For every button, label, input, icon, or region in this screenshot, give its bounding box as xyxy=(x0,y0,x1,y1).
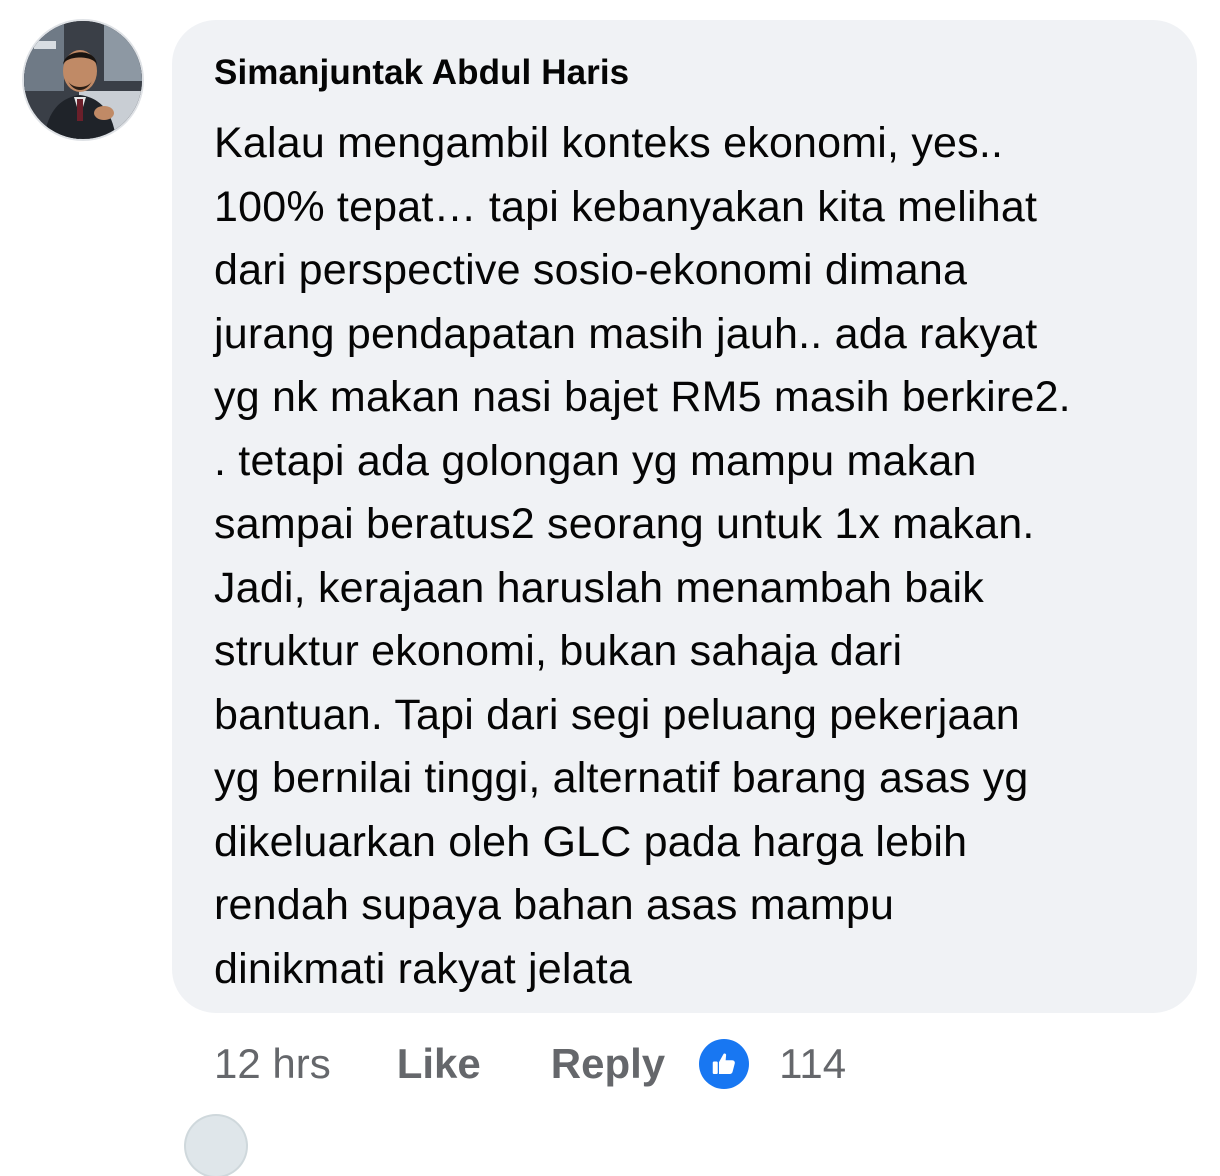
comment-timestamp[interactable]: 12 hrs xyxy=(214,1040,331,1088)
thumbs-up-icon[interactable] xyxy=(699,1039,750,1089)
avatar-photo xyxy=(24,21,142,139)
comment-text-line: dinikmati rakyat jelata xyxy=(214,944,633,993)
comment-text-line: dari perspective sosio-ekonomi dimana xyxy=(214,246,968,294)
comment-text-line: yg nk makan nasi bajet RM5 masih berkire… xyxy=(214,373,1071,421)
comment-text-line: Kalau mengambil konteks ekonomi, yes.. xyxy=(214,119,1004,167)
comment-text-line: rendah supaya bahan asas mampu xyxy=(214,881,895,929)
author-avatar[interactable] xyxy=(24,21,142,139)
comment-text-line: struktur ekonomi, bukan sahaja dari xyxy=(214,627,903,675)
comment-text-line: . tetapi ada golongan yg mampu makan xyxy=(214,436,977,485)
comment-text-line: Jadi, kerajaan haruslah menambah baik xyxy=(214,563,984,612)
comment-actions: 12 hrs Like Reply 114 xyxy=(214,1036,846,1092)
comment-text-line: dikeluarkan oleh GLC pada harga lebih xyxy=(214,817,968,866)
comment-text-line: 100% tepat… tapi kebanyakan kita melihat xyxy=(214,182,1038,231)
reply-button[interactable]: Reply xyxy=(551,1040,665,1088)
comment-text-line: jurang pendapatan masih jauh.. ada rakya… xyxy=(214,309,1038,358)
comment-text: Kalau mengambil konteks ekonomi, yes.. 1… xyxy=(214,112,1157,1001)
comment-bubble: Simanjuntak Abdul Haris Kalau mengambil … xyxy=(172,20,1197,1013)
like-button[interactable]: Like xyxy=(397,1040,481,1088)
reaction-count[interactable]: 114 xyxy=(779,1040,846,1088)
thumbs-up-glyph xyxy=(712,1053,736,1074)
comment-author-name[interactable]: Simanjuntak Abdul Haris xyxy=(214,53,1157,93)
comment-text-line: bantuan. Tapi dari segi peluang pekerjaa… xyxy=(214,690,1020,739)
comment-text-line: sampai beratus2 seorang untuk 1x makan. xyxy=(214,500,1035,548)
comment-text-line: yg bernilai tinggi, alternatif barang as… xyxy=(214,754,1029,802)
next-comment-avatar[interactable] xyxy=(186,1116,246,1176)
